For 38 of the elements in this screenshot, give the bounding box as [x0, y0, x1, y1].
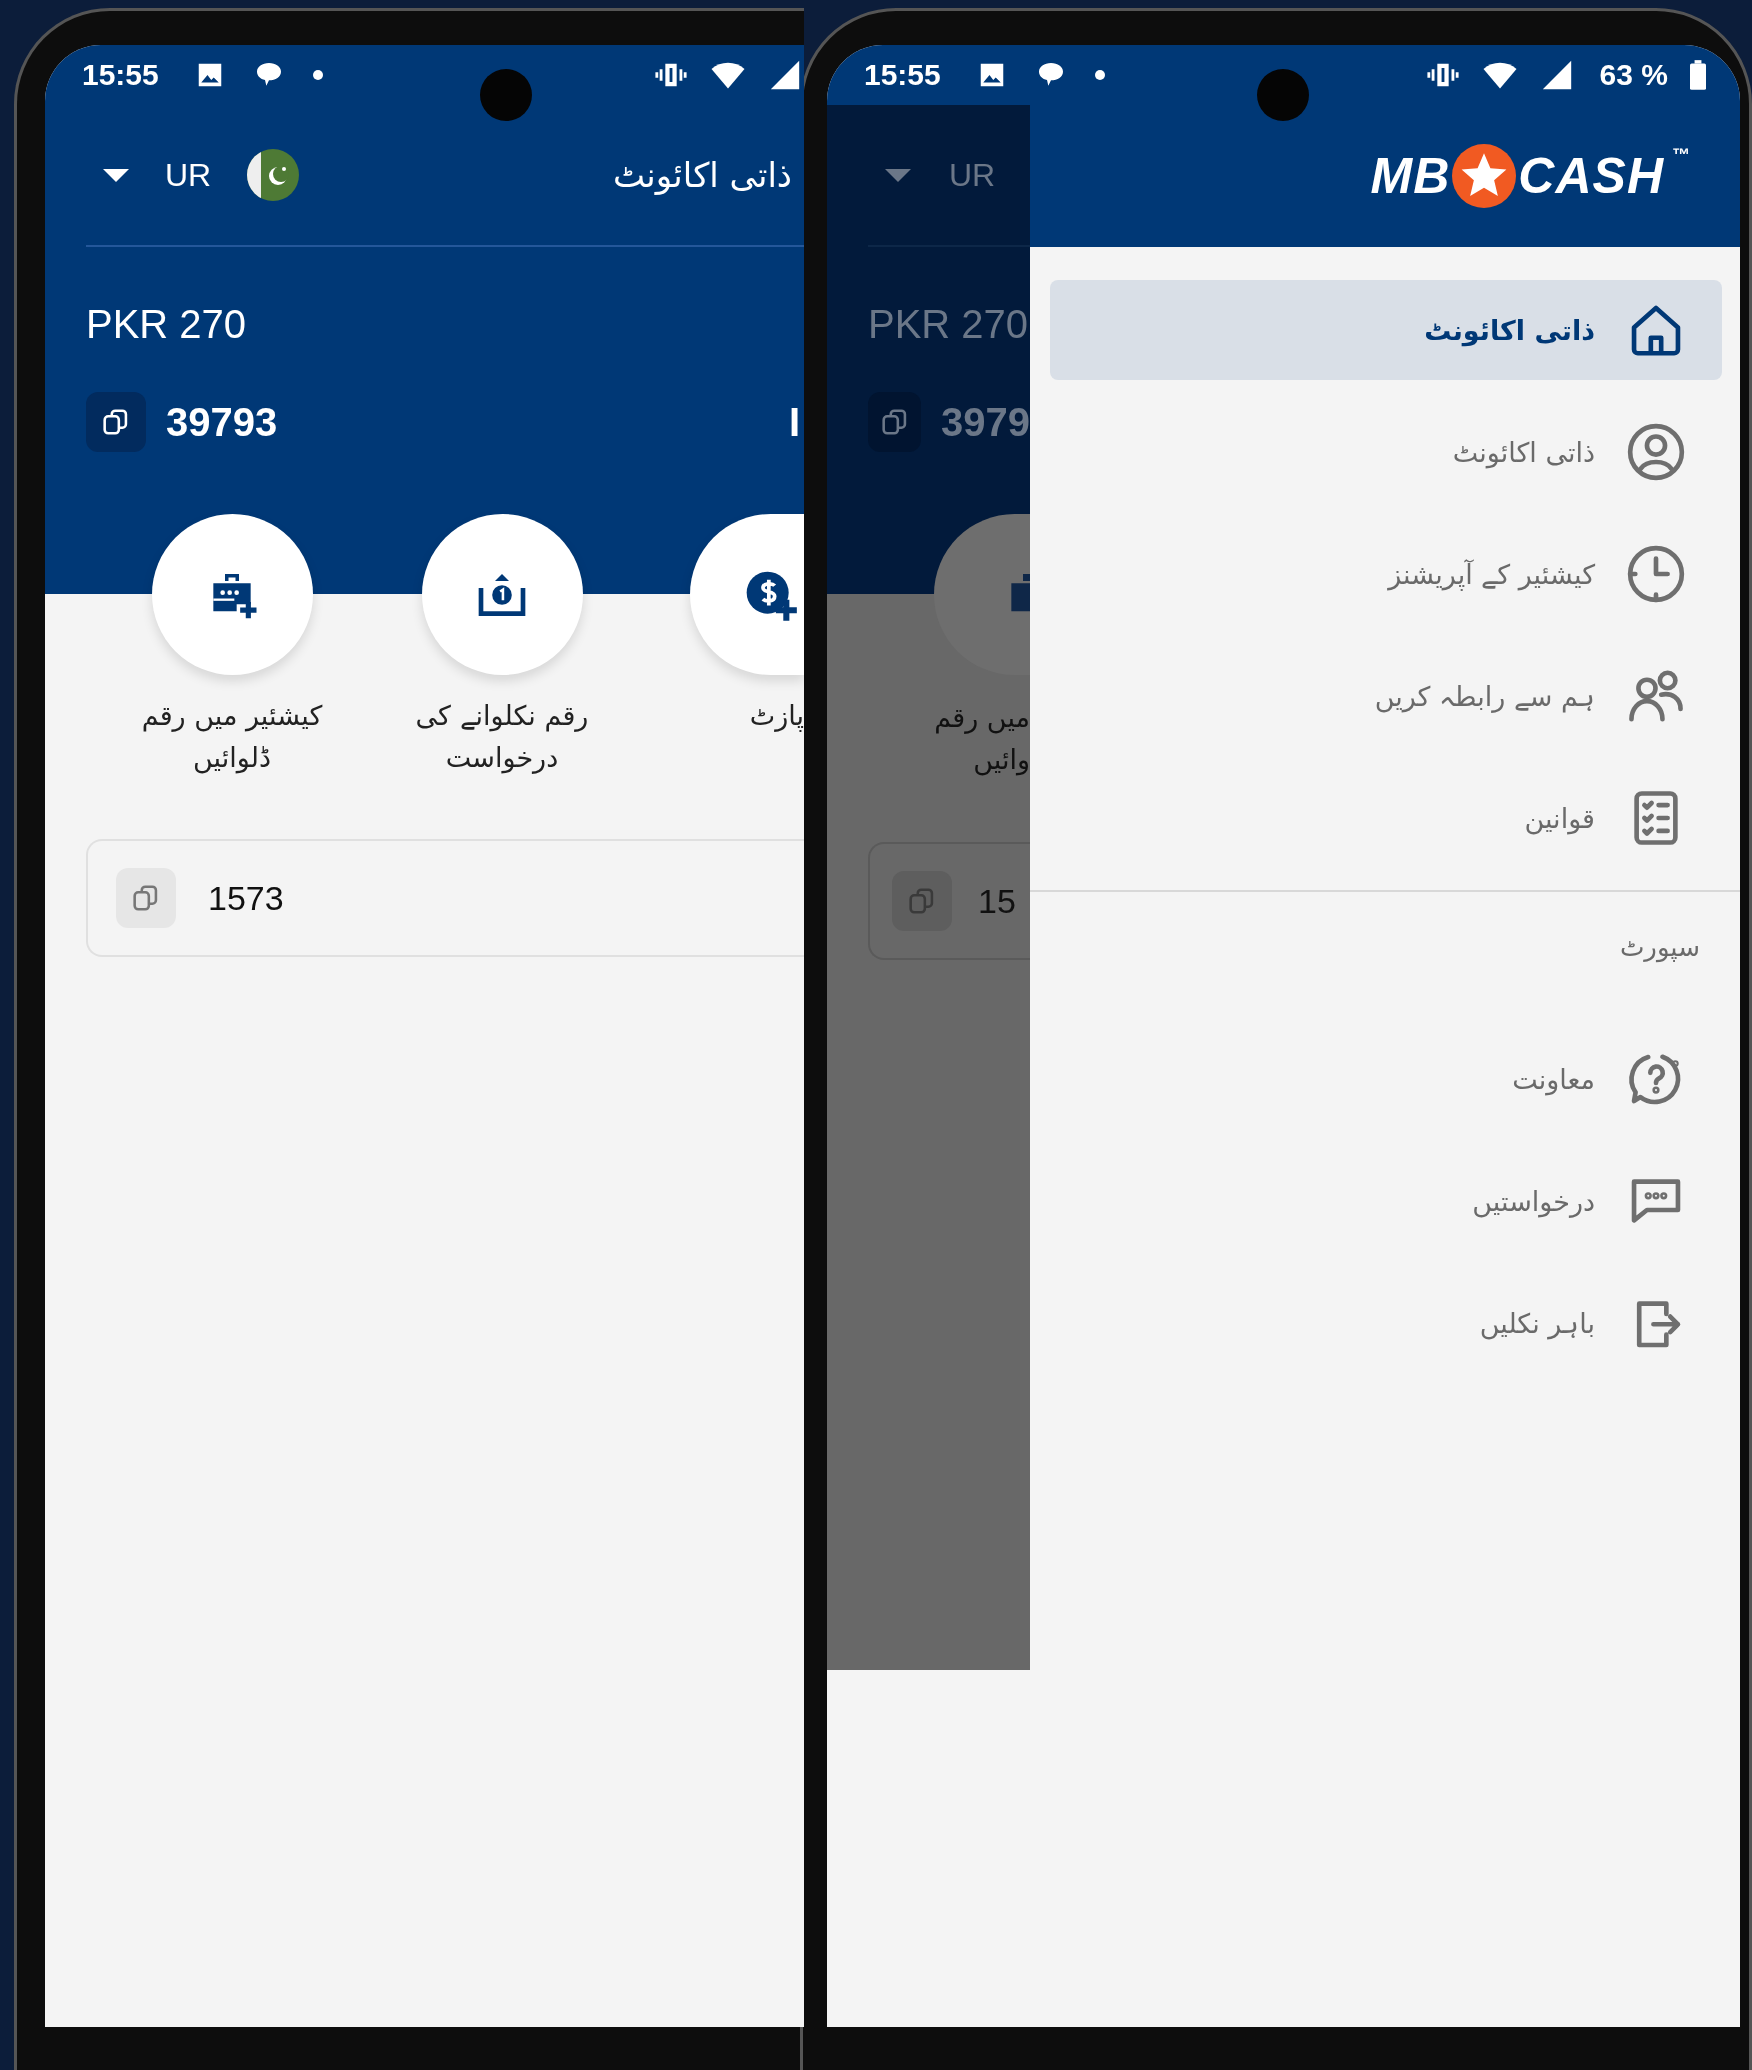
- code-field[interactable]: 1573: [86, 839, 804, 957]
- menu-item[interactable]: کیشئیر کے آپریشنز: [1050, 524, 1722, 624]
- balance-text: PKR 270: [85, 301, 248, 348]
- flag-icon[interactable]: [247, 149, 300, 201]
- id-label: I: [788, 399, 801, 445]
- menu-item[interactable]: باہر نکلیں: [1050, 1273, 1722, 1373]
- account-number: 3979: [941, 399, 1030, 445]
- notification-dot-icon: [1094, 70, 1105, 80]
- code-field: 15: [868, 842, 1030, 960]
- menu-item[interactable]: ہم سے رابطہ کریں: [1050, 646, 1722, 746]
- battery-icon: [1690, 60, 1706, 90]
- logo: MB CASH ™: [1360, 138, 1700, 214]
- balance-text: PKR 270: [867, 301, 1030, 348]
- action-label: میں رقم وائیں: [934, 701, 1030, 778]
- status-time: 15:55: [82, 58, 159, 92]
- menu-item[interactable]: قوانین: [1050, 768, 1722, 868]
- language-label: UR: [949, 156, 996, 194]
- signal-icon: [768, 58, 802, 92]
- caret-icon[interactable]: [103, 168, 129, 182]
- action-button[interactable]: [690, 514, 804, 675]
- menu-item[interactable]: ذاتی اکائونٹ: [1050, 280, 1722, 380]
- clock-icon: [1625, 543, 1687, 605]
- status-time: 15:55: [864, 58, 941, 92]
- section-heading: سپورٹ: [1618, 931, 1701, 965]
- action-label: کیشئیر میں رقم ڈلوائیں: [141, 699, 323, 776]
- account-number: 39793: [166, 399, 278, 445]
- caret-icon: [885, 168, 911, 182]
- language-label[interactable]: UR: [165, 156, 212, 194]
- user-circle-icon: [1625, 421, 1687, 483]
- notification-dot-icon: [312, 70, 323, 80]
- action-label: رقم نکلوانے کی درخواست: [415, 699, 589, 776]
- action-label: پازٹ: [749, 699, 804, 734]
- page-title: ذاتی اکائونٹ: [612, 155, 793, 195]
- menu-item[interactable]: ذاتی اکائونٹ: [1050, 402, 1722, 502]
- copy-button[interactable]: [86, 392, 146, 452]
- menu-item[interactable]: معاونت: [1050, 1029, 1722, 1129]
- battery-percent: 63 %: [1599, 58, 1668, 92]
- menu-item[interactable]: درخواستیں: [1050, 1151, 1722, 1251]
